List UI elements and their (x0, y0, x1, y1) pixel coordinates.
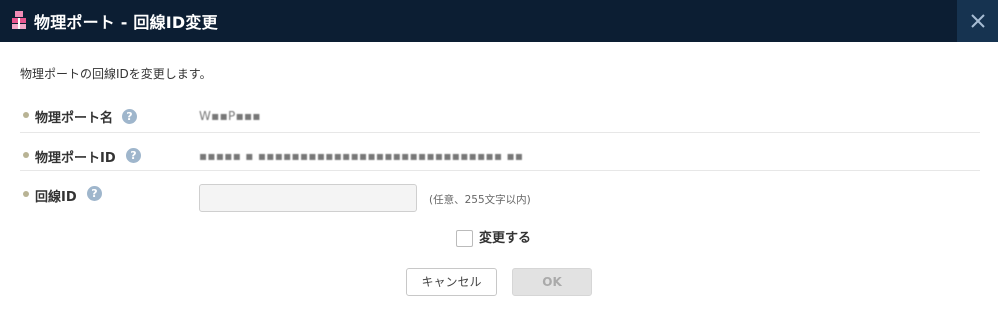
field-label: 回線ID (35, 190, 77, 205)
dialog-description: 物理ポートの回線IDを変更します。 (20, 67, 212, 81)
field-row-port-name: 物理ポート名 ? W▪▪P▪▪▪ (20, 100, 980, 133)
port-name-value: W▪▪P▪▪▪ (199, 109, 261, 123)
bullet-icon (23, 112, 29, 118)
close-button[interactable] (957, 0, 998, 42)
port-id-value: ▪▪▪▪▪ ▪ ▪▪▪▪▪▪▪▪▪▪▪▪▪▪▪▪▪▪▪▪▪▪▪▪▪▪▪▪▪ ▪▪ (199, 149, 524, 163)
field-row-line-id: 回線ID ? (任意、255文字以内) (20, 176, 980, 224)
ok-button[interactable]: OK (512, 268, 592, 296)
change-checkbox-label[interactable]: 変更する (479, 227, 531, 246)
field-row-port-id: 物理ポートID ? ▪▪▪▪▪ ▪ ▪▪▪▪▪▪▪▪▪▪▪▪▪▪▪▪▪▪▪▪▪▪… (20, 138, 980, 171)
change-checkbox[interactable] (456, 230, 473, 247)
field-label: 物理ポートID (35, 151, 116, 166)
help-icon[interactable]: ? (122, 109, 137, 124)
bullet-icon (23, 152, 29, 158)
dialog-title: 物理ポート - 回線ID変更 (34, 13, 218, 32)
line-id-hint: (任意、255文字以内) (429, 194, 531, 206)
change-line-id-dialog: 物理ポート - 回線ID変更 物理ポートの回線IDを変更します。 物理ポート名 … (0, 0, 998, 323)
cancel-button[interactable]: キャンセル (406, 268, 497, 296)
help-icon[interactable]: ? (87, 186, 102, 201)
bullet-icon (23, 191, 29, 197)
pink-package-icon (11, 11, 27, 30)
line-id-input[interactable] (199, 184, 417, 212)
dialog-titlebar: 物理ポート - 回線ID変更 (0, 0, 998, 42)
close-icon (971, 14, 985, 28)
help-icon[interactable]: ? (126, 148, 141, 163)
field-label: 物理ポート名 (35, 111, 114, 126)
